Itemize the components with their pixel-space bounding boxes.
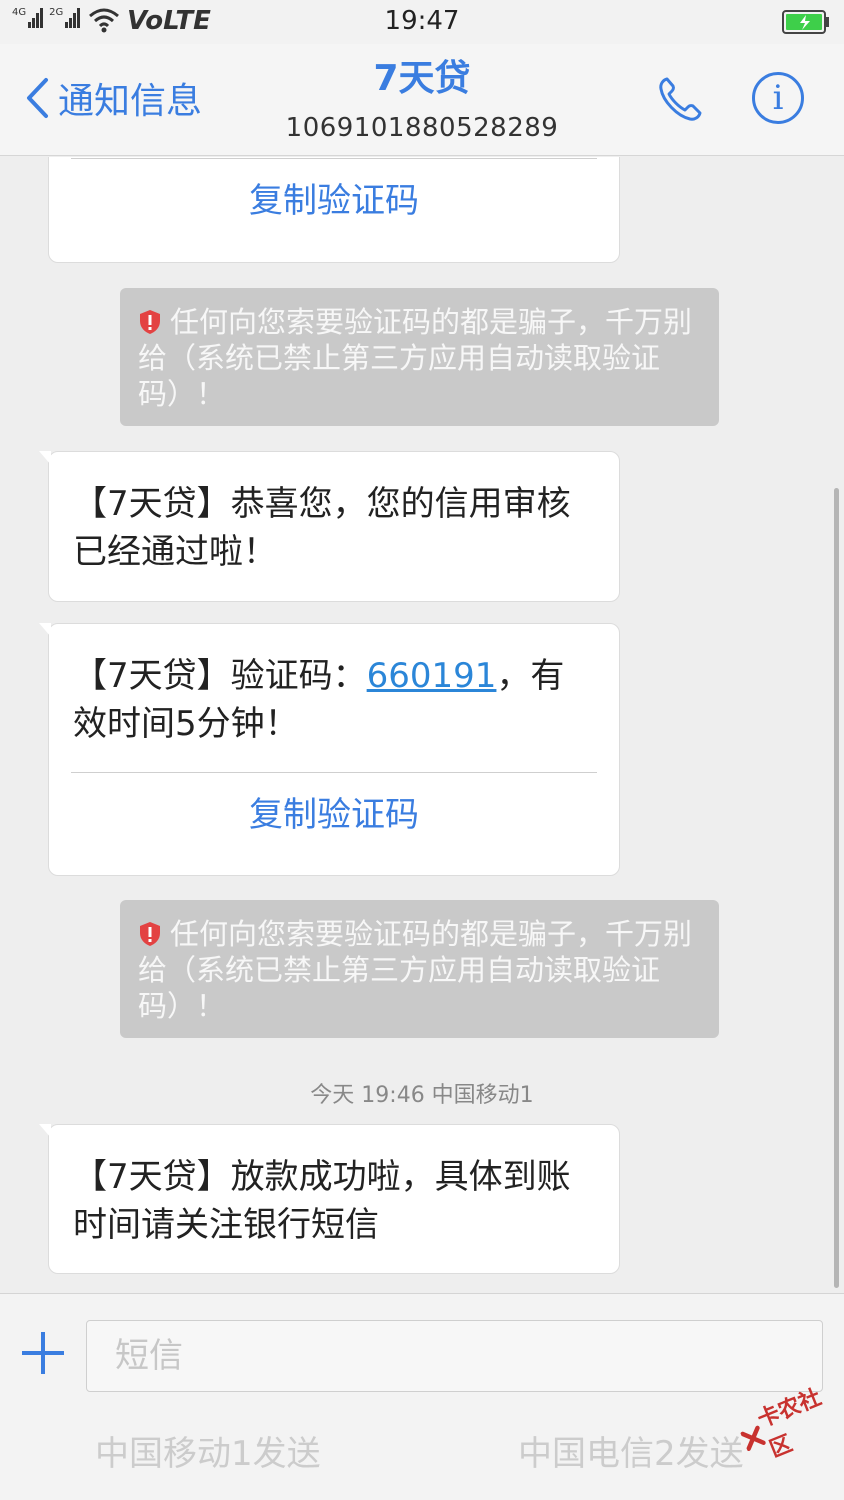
verification-code-link[interactable]: 660191 (367, 656, 497, 696)
shield-warning-icon (140, 310, 160, 334)
conversation-header: 通知信息 7天贷 1069101880528289 i (0, 44, 844, 156)
scrollbar[interactable] (834, 488, 839, 1288)
phone-icon[interactable] (655, 74, 705, 124)
shield-warning-icon (140, 922, 160, 946)
info-button[interactable]: i (752, 72, 804, 124)
chevron-left-icon (27, 78, 48, 118)
status-bar: 4G 2G VoLTE 19:47 (0, 0, 844, 44)
status-time: 19:47 (384, 6, 460, 36)
add-attachment-button[interactable] (20, 1330, 66, 1376)
copy-code-button[interactable]: 复制验证码 (49, 159, 619, 243)
message-bubble[interactable]: 【7天贷】放款成功啦，具体到账时间请关注银行短信 (39, 1124, 620, 1274)
copy-code-button[interactable]: 复制验证码 (49, 773, 619, 857)
message-bubble[interactable]: 【7天贷】恭喜您，您的信用审核已经通过啦！ (39, 451, 620, 602)
message-text: 【7天贷】验证码：660191，有效时间5分钟！ (73, 656, 565, 744)
sms-input[interactable] (86, 1320, 823, 1392)
info-icon: i (772, 78, 784, 118)
message-bubble[interactable]: 【7天贷】验证码：660191，有效时间5分钟！ 复制验证码 (39, 623, 620, 876)
message-text: 【7天贷】恭喜您，您的信用审核已经通过啦！ (73, 484, 571, 572)
security-warning: 任何向您索要验证码的都是骗子，千万别给（系统已禁止第三方应用自动读取验证码）！ (120, 288, 719, 426)
send-sim2-button[interactable]: 中国电信2发送 (518, 1426, 744, 1475)
battery-icon (782, 10, 829, 34)
compose-bar: 中国移动1发送 中国电信2发送 (0, 1293, 844, 1500)
message-bubble-partial: 复制验证码 (48, 157, 620, 263)
message-text: 【7天贷】放款成功啦，具体到账时间请关注银行短信 (73, 1157, 571, 1245)
message-timestamp: 今天 19:46 中国移动1 (310, 1083, 534, 1108)
back-label: 通知信息 (58, 81, 203, 122)
message-list[interactable]: 复制验证码 任何向您索要验证码的都是骗子，千万别给（系统已禁止第三方应用自动读取… (0, 157, 844, 1293)
warning-text: 任何向您索要验证码的都是骗子，千万别给（系统已禁止第三方应用自动读取验证码）！ (138, 917, 693, 1023)
send-sim1-button[interactable]: 中国移动1发送 (95, 1426, 321, 1475)
back-button[interactable]: 通知信息 (24, 72, 202, 124)
security-warning: 任何向您索要验证码的都是骗子，千万别给（系统已禁止第三方应用自动读取验证码）！ (120, 900, 719, 1038)
warning-text: 任何向您索要验证码的都是骗子，千万别给（系统已禁止第三方应用自动读取验证码）！ (138, 305, 693, 411)
